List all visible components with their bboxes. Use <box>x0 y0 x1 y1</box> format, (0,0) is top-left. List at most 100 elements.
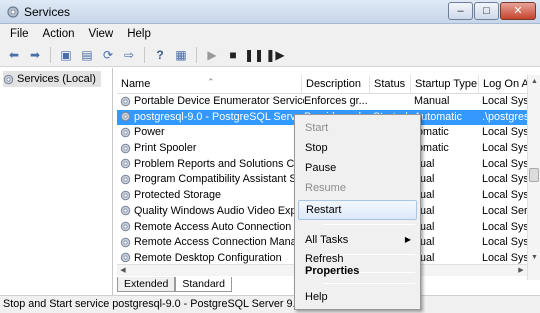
context-menu-resume[interactable]: Resume <box>298 178 417 198</box>
service-log-on-as: Local Syste... <box>482 142 532 155</box>
tree-item-label: Services (Local) <box>17 73 96 85</box>
show-icon[interactable]: ▦ <box>172 46 190 64</box>
tab-extended[interactable]: Extended <box>117 277 176 292</box>
scroll-right-icon[interactable]: ▶ <box>515 265 527 277</box>
service-name: Remote Desktop Configuration <box>134 251 282 264</box>
service-gear-icon <box>120 96 131 106</box>
service-gear-icon <box>120 111 131 122</box>
toolbar: ⬅ ➡ ▣ ▤ ⟳ ⇨ ? ▦ ▶ ■ ❚❚ ❚▶ <box>0 43 540 67</box>
scroll-down-icon[interactable]: ▼ <box>528 251 540 264</box>
service-startup-type: nual <box>414 173 435 186</box>
help-icon[interactable]: ? <box>151 46 169 64</box>
export-icon[interactable]: ⇨ <box>120 46 138 64</box>
window-title: Services <box>24 5 71 19</box>
service-name: Problem Reports and Solutions Con... <box>134 157 304 170</box>
context-menu-help[interactable]: Help <box>298 287 417 307</box>
service-name-cell: Program Compatibility Assistant Ser... <box>120 173 304 185</box>
refresh-icon[interactable]: ⟳ <box>99 46 117 64</box>
maximize-button[interactable]: □ <box>474 2 499 20</box>
toolbar-separator <box>196 46 197 63</box>
context-menu-all-tasks[interactable]: All Tasks ▶ <box>298 230 417 250</box>
service-name: Power <box>134 126 165 139</box>
service-name-cell: Problem Reports and Solutions Con... <box>120 158 304 170</box>
service-row[interactable]: Portable Device Enumerator Service Enforc… <box>117 94 532 110</box>
service-name-cell: postgresql-9.0 - PostgreSQL Server 9.0 <box>120 111 304 123</box>
status-bar: Stop and Start service postgresql-9.0 - … <box>0 295 540 313</box>
menu-bar: File Action View Help <box>0 24 540 43</box>
service-name-cell: Remote Access Auto Connection M... <box>120 221 304 233</box>
restart-icon[interactable]: ❚▶ <box>265 46 284 64</box>
service-name-cell: Protected Storage <box>120 189 304 201</box>
column-header-status[interactable]: Status <box>370 75 411 94</box>
console-tree-icon[interactable]: ▣ <box>57 46 75 64</box>
service-name: Remote Access Connection Manager <box>134 236 304 249</box>
service-log-on-as: Local Syste... <box>482 220 532 233</box>
service-log-on-as: Local Syste... <box>482 157 532 170</box>
service-startup-type: nual <box>414 204 435 217</box>
service-gear-icon <box>120 221 131 232</box>
service-name: Protected Storage <box>134 189 222 202</box>
service-gear-icon <box>120 206 131 216</box>
minimize-button[interactable]: – <box>448 2 473 20</box>
service-startup-type: nual <box>414 236 435 249</box>
service-log-on-as: .\postgres <box>482 110 530 123</box>
column-header-name[interactable]: Name ⌃ <box>117 75 302 94</box>
tree-pane: Services (Local) <box>0 68 113 295</box>
menu-item-label: All Tasks <box>305 234 349 246</box>
pause-icon[interactable]: ❚❚ <box>244 46 264 64</box>
context-menu: Start Stop Pause Resume Restart All Task… <box>294 114 421 310</box>
service-gear-icon <box>120 237 131 247</box>
services-gear-icon <box>7 6 19 18</box>
service-startup-type: nual <box>414 189 435 202</box>
services-gear-icon <box>3 74 14 84</box>
column-header-log-on-as[interactable]: Log On As <box>479 75 530 94</box>
context-menu-pause[interactable]: Pause <box>298 158 417 178</box>
view-tabs: Extended Standard <box>117 276 232 292</box>
forward-icon[interactable]: ➡ <box>26 46 44 64</box>
service-gear-icon <box>120 127 131 138</box>
vertical-scrollbar[interactable]: ▲ ▼ <box>527 75 540 280</box>
service-startup-type: nual <box>414 157 435 170</box>
service-log-on-as: Local Syste... <box>482 173 532 186</box>
menu-action[interactable]: Action <box>36 28 82 40</box>
service-gear-icon <box>120 253 131 263</box>
service-description: Enforces gr... <box>304 95 368 107</box>
service-gear-icon <box>120 190 131 200</box>
stop-icon[interactable]: ■ <box>224 46 242 64</box>
properties-icon[interactable]: ▤ <box>78 46 96 64</box>
service-log-on-as: Local Syste... <box>482 236 532 249</box>
column-header-description[interactable]: Description <box>302 75 370 94</box>
play-icon[interactable]: ▶ <box>203 46 221 64</box>
menu-separator <box>323 283 415 284</box>
service-log-on-as: Local Syste... <box>482 251 532 264</box>
service-name-cell: Portable Device Enumerator Service <box>120 95 304 107</box>
list-header: Name ⌃ Description Status Startup Type L… <box>117 75 530 94</box>
column-label: Name <box>121 78 151 90</box>
menu-file[interactable]: File <box>3 28 36 40</box>
back-icon[interactable]: ⬅ <box>5 46 23 64</box>
service-name: Portable Device Enumerator Service <box>134 95 304 107</box>
tree-item-services-local[interactable]: Services (Local) <box>3 71 101 87</box>
service-log-on-as: Local Syste... <box>482 126 532 139</box>
context-menu-restart[interactable]: Restart <box>298 200 417 220</box>
menu-view[interactable]: View <box>82 28 121 40</box>
scroll-up-icon[interactable]: ▲ <box>528 75 540 88</box>
menu-separator <box>323 224 415 225</box>
service-startup-type: Automatic <box>414 110 463 123</box>
service-startup-type: nual <box>414 251 435 264</box>
scrollbar-thumb[interactable] <box>529 168 539 182</box>
service-name-cell: Print Spooler <box>120 142 304 154</box>
service-startup-type: tomatic <box>414 126 449 139</box>
column-header-startup-type[interactable]: Startup Type <box>411 75 479 94</box>
service-name: postgresql-9.0 - PostgreSQL Server 9.0 <box>134 110 304 123</box>
context-menu-properties[interactable]: Properties <box>298 261 417 281</box>
service-name-cell: Power <box>120 126 304 138</box>
close-button[interactable]: ✕ <box>500 2 536 20</box>
context-menu-stop[interactable]: Stop <box>298 138 417 158</box>
sort-ascending-icon: ⌃ <box>207 77 215 87</box>
context-menu-start[interactable]: Start <box>298 118 417 138</box>
service-log-on-as: Local Syste... <box>482 189 532 202</box>
tab-standard[interactable]: Standard <box>175 277 232 292</box>
service-name: Quality Windows Audio Video Exper... <box>134 204 304 217</box>
menu-help[interactable]: Help <box>120 28 158 40</box>
